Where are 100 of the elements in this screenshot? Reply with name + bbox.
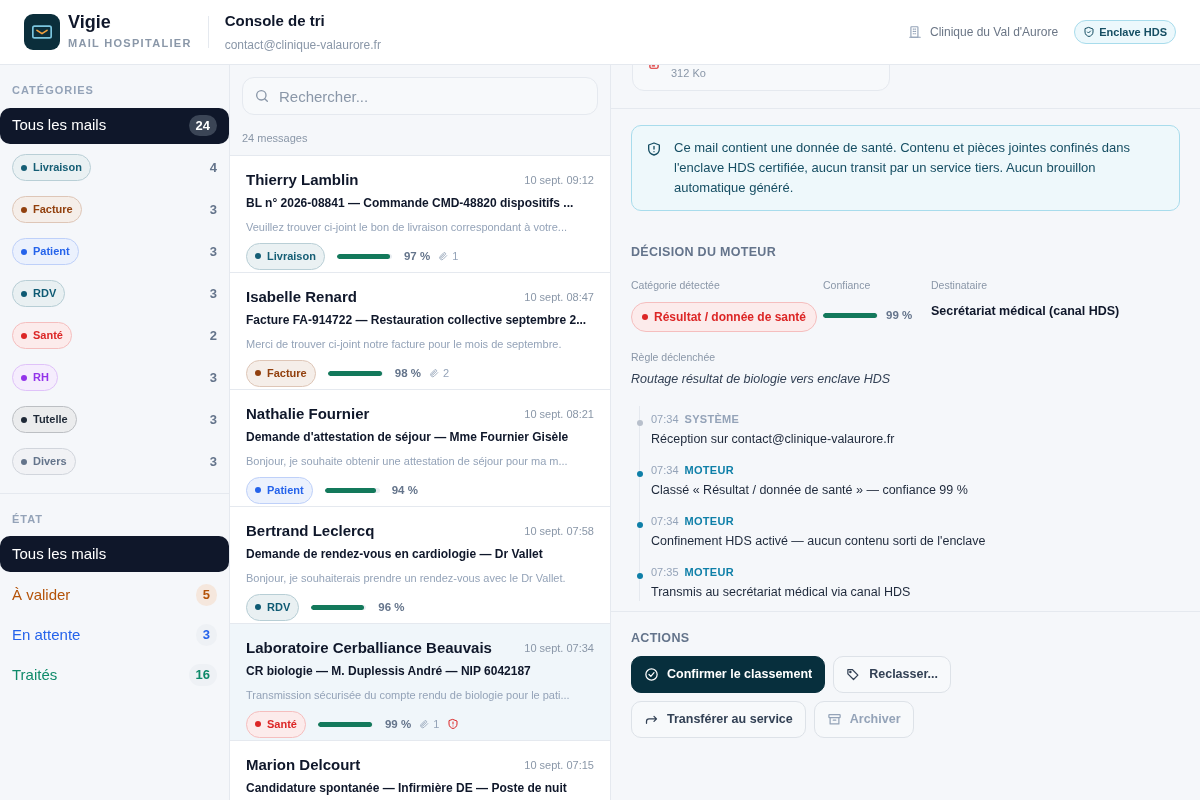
- category-tag: Livraison: [12, 154, 91, 181]
- mail-subject: Demande d'attestation de séjour — Mme Fournier Gisèle: [246, 430, 570, 446]
- attachment-count: 1: [452, 249, 459, 265]
- confidence-value: 96 %: [378, 599, 405, 615]
- action-button[interactable]: Transférer au service: [631, 700, 806, 738]
- sidebar-item[interactable]: Tous les mails 24: [0, 107, 229, 144]
- category-filter[interactable]: Facture 3: [0, 188, 229, 231]
- mail-date: 10 sept. 07:58: [524, 523, 594, 539]
- search-field[interactable]: Rechercher...: [242, 77, 598, 115]
- mail-preview: Transmission sécurisée du compte rendu de biologie pour le pati...: [246, 687, 571, 703]
- mail-subject: Facture FA-914722 — Restauration collective septembre 2...: [246, 313, 588, 329]
- category-tag: Divers: [12, 448, 76, 475]
- category-tag: Santé: [12, 322, 72, 349]
- category-filter[interactable]: RH 3: [0, 356, 229, 399]
- building-icon: [907, 25, 922, 39]
- confidence-bar: [317, 721, 373, 727]
- check-circle-icon: [644, 667, 659, 683]
- category-tag: RH: [12, 364, 58, 391]
- section-heading: ACTIONS: [631, 630, 691, 648]
- category-tag: Livraison: [246, 243, 325, 270]
- event-text: Réception sur contact@clinique-valaurore.fr: [651, 431, 896, 449]
- message-count: 24 messages: [230, 121, 610, 156]
- confidence-value: 94 %: [391, 482, 418, 498]
- app-subtitle: MAIL HOSPITALIER: [68, 35, 192, 51]
- sender-name: Laboratoire Cerballiance Beauvais: [246, 637, 492, 658]
- confidence-bar: [823, 313, 878, 319]
- account-email: contact@clinique-valaurore.fr: [224, 37, 381, 55]
- section-heading: CATÉGORIES: [11, 83, 95, 98]
- sidebar-item[interactable]: Tous les mails: [0, 536, 229, 572]
- sidebar-item[interactable]: À valider 5: [0, 575, 229, 615]
- mail-item[interactable]: Thierry Lamblin 10 sept. 09:12 BL n° 2026-08841 — Commande CMD-48820 dispositifs ... Veuillez trouver ci-joint le bon de livraison correspondant à votre... Livraison 97 % 1: [230, 155, 610, 273]
- sidebar-item[interactable]: Traités 16: [0, 655, 229, 695]
- field-label: Destinataire: [931, 278, 989, 294]
- section-heading: DÉCISION DU MOTEUR: [631, 243, 777, 262]
- shield-icon: [646, 141, 662, 157]
- category-tag: Facture: [246, 360, 316, 387]
- sender-name: Bertrand Leclercq: [246, 520, 375, 541]
- attachment-count: 1: [433, 717, 440, 733]
- shield-icon: [1083, 26, 1096, 38]
- logo-icon: [24, 14, 60, 50]
- item-count: 3: [209, 410, 217, 429]
- attachment-count: 2: [442, 366, 450, 382]
- action-button[interactable]: Confirmer le classement: [631, 656, 826, 693]
- event-actor: MOTEUR: [684, 464, 734, 477]
- event-actor: SYSTÈME: [684, 413, 740, 426]
- category-filter[interactable]: Livraison 4: [0, 146, 229, 189]
- event-time: 07:34: [651, 514, 679, 527]
- mail-item[interactable]: Nathalie Fournier 10 sept. 08:21 Demande d'attestation de séjour — Mme Fournier Gisèle Bonjour, je souhaite obtenir une attestation de séjour pour ma m... Patient 94 %: [230, 389, 610, 507]
- mail-item[interactable]: Isabelle Renard 10 sept. 08:47 Facture FA-914722 — Restauration collective septembre 2... Merci de trouver ci-joint notre facture pour le mois de septembre. Facture 98 % 2: [230, 272, 610, 390]
- mail-item[interactable]: Bertrand Leclercq 10 sept. 07:58 Demande de rendez-vous en cardiologie — Dr Vallet Bonjour, je souhaiterais prendre un rendez-vous avec le Dr Vallet. RDV 96 %: [230, 506, 610, 624]
- action-button[interactable]: Reclasser...: [833, 656, 951, 693]
- mail-date: 10 sept. 09:12: [524, 172, 594, 188]
- category-filter[interactable]: RDV 3: [0, 272, 229, 315]
- mail-preview: Veuillez trouver ci-joint le bon de livraison correspondant à votre...: [246, 219, 568, 235]
- category-filter[interactable]: Santé 2: [0, 314, 229, 357]
- item-count: 24: [188, 114, 217, 137]
- event-actor: MOTEUR: [684, 565, 734, 578]
- category-filter[interactable]: Patient 3: [0, 230, 229, 273]
- sidebar-item[interactable]: En attente 3: [0, 615, 229, 655]
- mail-subject: CR biologie — M. Duplessis André — NIP 6042187: [246, 664, 532, 680]
- confidence-value: 99 %: [384, 716, 412, 732]
- category-filter[interactable]: Divers 3: [0, 440, 229, 483]
- mail-date: 10 sept. 08:47: [524, 289, 594, 305]
- category-tag: Facture: [12, 196, 82, 223]
- mail-preview: Bonjour, je souhaiterais prendre un rendez-vous avec le Dr Vallet.: [246, 570, 567, 586]
- event-actor: MOTEUR: [684, 514, 734, 527]
- item-count: 3: [209, 200, 217, 219]
- paperclip-icon: [428, 368, 439, 379]
- confidence-value: 97 %: [403, 248, 431, 264]
- item-count: 3: [195, 624, 217, 646]
- category-tag: Santé: [246, 711, 306, 738]
- sender-name: Isabelle Renard: [246, 286, 357, 307]
- event-time: 07:35: [651, 565, 679, 578]
- file-size: 312 Ko: [671, 65, 706, 81]
- mail-subject: BL n° 2026-08841 — Commande CMD-48820 dispositifs ...: [246, 196, 575, 212]
- category-tag: Tutelle: [12, 406, 77, 433]
- event-time: 07:34: [651, 464, 679, 477]
- mail-item[interactable]: Laboratoire Cerballiance Beauvais 10 sept. 07:34 CR biologie — M. Duplessis André — NIP 6042187 Transmission sécurisée du compte rendu de biologie pour le pati... Santé 99 % 1: [230, 623, 610, 741]
- confidence-value: 99 %: [886, 307, 913, 323]
- item-count: 3: [209, 242, 217, 261]
- category-tag: RDV: [12, 280, 66, 307]
- app-name: Vigie: [68, 12, 112, 31]
- category-tag: Résultat / donnée de santé: [631, 301, 818, 332]
- organization-name: Clinique du Val d'Aurore: [929, 24, 1059, 41]
- section-heading: ÉTAT: [11, 511, 45, 527]
- category-tag: Patient: [12, 238, 79, 265]
- confidence-bar: [324, 487, 380, 493]
- enclave-badge: Enclave HDS: [1074, 19, 1176, 45]
- event-time: 07:34: [651, 413, 679, 426]
- category-filter[interactable]: Tutelle 3: [0, 398, 229, 441]
- field-label: Catégorie détectée: [631, 278, 721, 294]
- field-label: Confiance: [823, 278, 872, 294]
- event-text: Transmis au secrétariat médical via canal HDS: [651, 583, 912, 601]
- recipient-name: Secrétariat médical (canal HDS): [931, 302, 1120, 320]
- mail-preview: Merci de trouver ci-joint notre facture pour le mois de septembre.: [246, 336, 563, 352]
- sender-name: Thierry Lamblin: [246, 169, 359, 190]
- item-count: 4: [209, 158, 217, 177]
- mail-item[interactable]: Marion Delcourt 10 sept. 07:15 Candidature spontanée — Infirmière DE — Poste de nuit: [230, 740, 610, 800]
- confidence-bar: [327, 370, 383, 376]
- confidence-bar: [336, 253, 392, 259]
